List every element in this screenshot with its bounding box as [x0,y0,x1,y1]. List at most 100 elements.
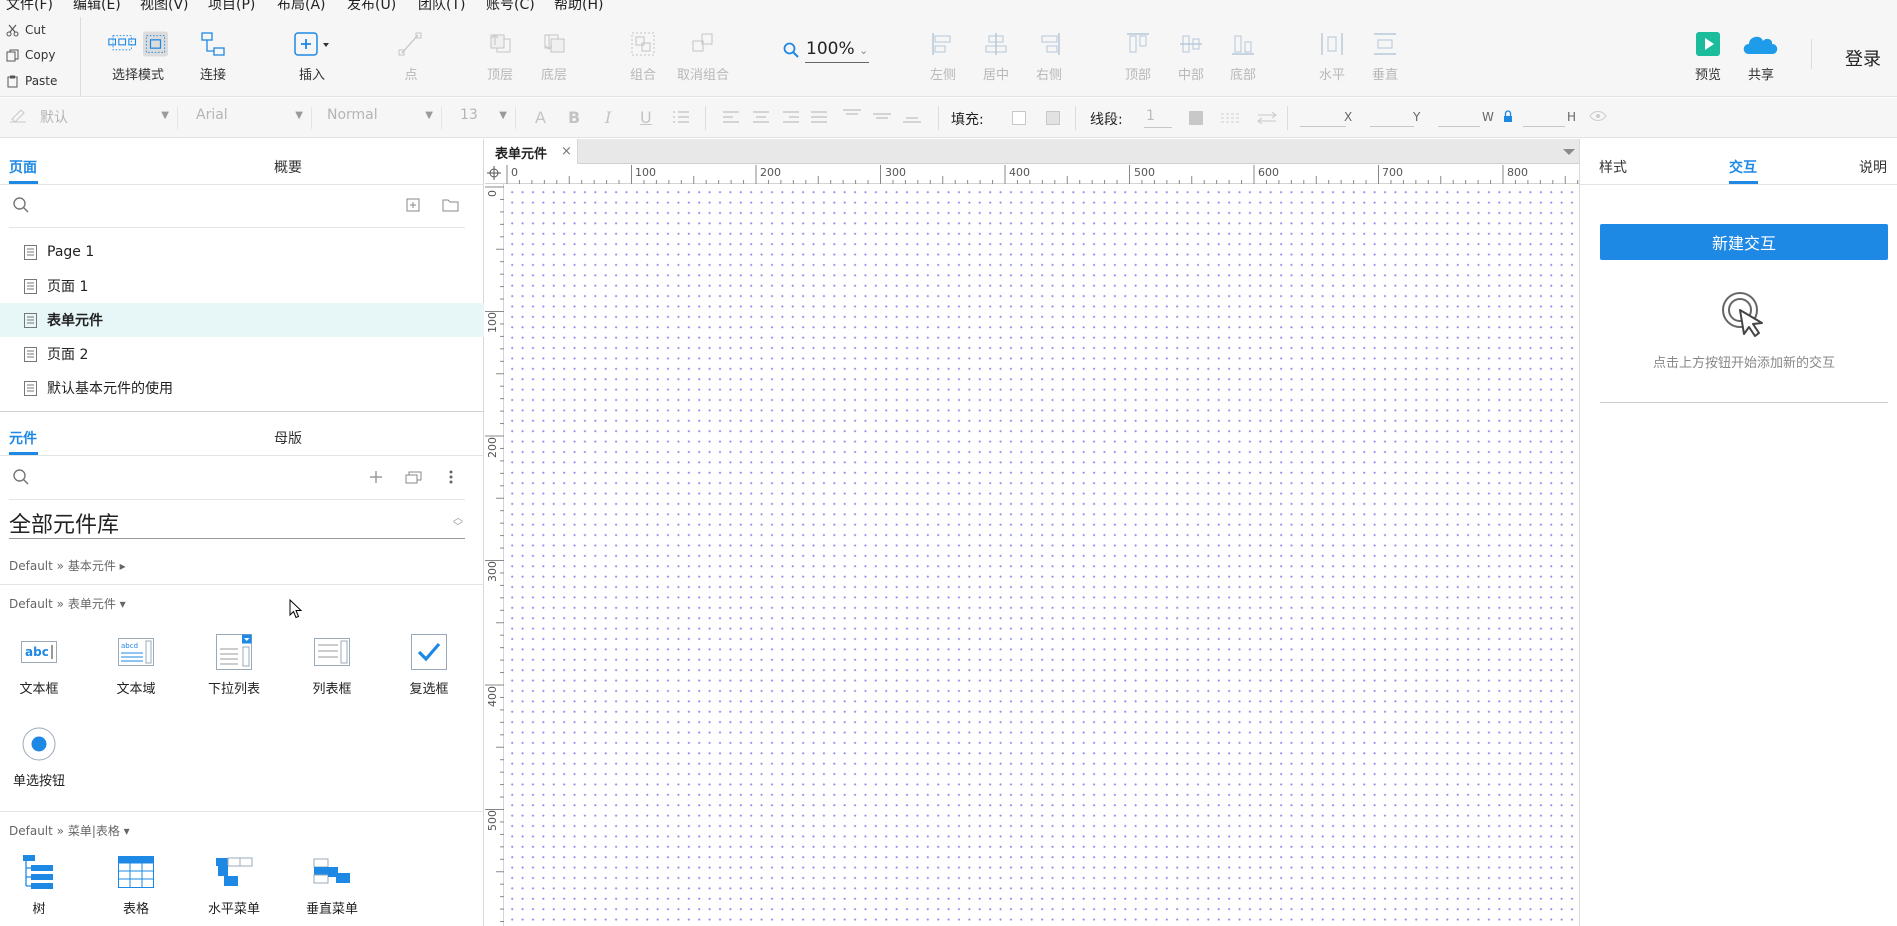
distribute-vertical-button[interactable]: 垂直 [1355,29,1415,83]
paste-button[interactable]: Paste [6,70,57,92]
page-list-item[interactable]: 页面 1 [0,269,484,303]
tab-masters[interactable]: 母版 [274,428,302,448]
library-selector[interactable]: 全部元件库 [9,507,119,539]
widget-search-icon[interactable] [12,468,30,486]
group-button[interactable]: 组合 [613,29,673,83]
distribute-horizontal-button[interactable]: 水平 [1302,29,1362,83]
menu-layout[interactable]: 布局(A) [277,0,326,14]
select-contain-icon[interactable] [143,29,168,59]
font-color-icon[interactable]: A [535,108,546,127]
connect-button[interactable]: 连接 [183,29,243,83]
new-interaction-button[interactable]: 新建交互 [1600,224,1888,260]
widget-listbox[interactable]: 列表框 [292,630,372,697]
text-align-center-icon[interactable] [752,110,770,124]
login-button[interactable]: 登录 [1845,45,1881,71]
valign-middle-icon[interactable] [872,108,892,124]
align-top-button[interactable]: 顶部 [1108,29,1168,83]
widget-radio[interactable]: 单选按钮 [0,722,79,789]
search-icon[interactable] [12,196,30,214]
fill-gradient-swatch[interactable] [1046,111,1060,125]
widget-vertical-menu[interactable]: 垂直菜单 [292,850,372,917]
ungroup-button[interactable]: 取消组合 [673,29,733,83]
tab-outline[interactable]: 概要 [274,157,302,177]
text-align-left-icon[interactable] [722,110,740,124]
bring-to-front-button[interactable]: 顶层 [470,29,530,83]
widget-checkbox[interactable]: 复选框 [389,630,469,697]
w-input[interactable] [1438,126,1480,127]
menu-publish[interactable]: 发布(U) [347,0,396,14]
menu-edit[interactable]: 编辑(E) [73,0,121,14]
widget-textbox[interactable]: abc 文本框 [0,630,79,697]
arrow-style-icon[interactable] [1257,110,1277,126]
page-list-item[interactable]: 默认基本元件的使用 [0,371,484,405]
copy-button[interactable]: Copy [6,44,55,66]
font-family-dropdown[interactable]: Arial ▼ [194,107,312,129]
design-canvas-grid[interactable] [504,184,1579,926]
menu-account[interactable]: 账号(C) [486,0,535,14]
page-list-item[interactable]: 页面 2 [0,337,484,371]
close-tab-icon[interactable]: × [561,144,572,159]
bullet-list-icon[interactable] [672,110,690,124]
share-button[interactable]: 共享 [1731,29,1791,83]
widget-horizontal-menu[interactable]: 水平菜单 [194,850,274,917]
menu-view[interactable]: 视图(V) [140,0,189,14]
library-select-arrows-icon[interactable]: ︿ ﹀ [453,514,463,533]
italic-icon[interactable]: I [605,108,611,127]
align-left-button[interactable]: 左侧 [913,29,973,83]
underline-icon[interactable]: U [640,108,652,127]
font-size-dropdown[interactable]: 13 ▼ [458,107,516,129]
valign-bottom-icon[interactable] [902,108,922,124]
widget-table[interactable]: 表格 [96,850,176,917]
tab-widgets[interactable]: 元件 [9,428,37,448]
valign-top-icon[interactable] [842,108,862,124]
style-dropdown[interactable]: 默认 ▼ [38,107,178,129]
send-to-back-button[interactable]: 底层 [524,29,584,83]
zoom-value[interactable]: 100% [806,39,855,59]
zoom-dropdown-icon[interactable]: ⌄ [859,44,868,57]
text-align-right-icon[interactable] [782,110,800,124]
widget-textarea[interactable]: abcd 文本域 [96,630,176,697]
add-page-icon[interactable] [406,198,420,212]
x-input[interactable] [1300,126,1346,127]
menu-help[interactable]: 帮助(H) [554,0,603,14]
visibility-eye-icon[interactable] [1589,110,1607,122]
select-intersect-icon[interactable] [108,31,138,57]
bold-icon[interactable]: B [568,108,580,127]
zoom-control[interactable]: 100% ⌄ [783,39,873,63]
widget-tree[interactable]: 树 [0,850,79,917]
widget-dropdown[interactable]: 下拉列表 [194,630,274,697]
font-weight-dropdown[interactable]: Normal ▼ [325,107,442,129]
align-right-button[interactable]: 右侧 [1019,29,1079,83]
lock-icon[interactable] [1503,110,1513,123]
section-form-widgets[interactable]: Default » 表单元件 ▾ [9,595,126,612]
stroke-width-input[interactable]: 1 [1146,108,1155,124]
align-bottom-button[interactable]: 底部 [1213,29,1273,83]
y-input[interactable] [1370,126,1414,127]
insert-button[interactable]: 插入 [282,29,342,83]
point-button[interactable]: 点 [381,29,441,83]
fill-color-swatch[interactable] [1012,111,1026,125]
page-list-item[interactable]: Page 1 [0,235,484,269]
tab-style[interactable]: 样式 [1599,157,1627,177]
ruler-origin-icon[interactable] [487,166,501,180]
tab-notes[interactable]: 说明 [1859,157,1887,177]
menu-file[interactable]: 文件(F) [6,0,53,14]
align-center-button[interactable]: 居中 [966,29,1026,83]
more-options-icon[interactable] [449,470,453,484]
select-mode-button[interactable]: 选择模式 [108,29,168,83]
library-copy-icon[interactable] [405,470,423,484]
section-basic-widgets[interactable]: Default » 基本元件 ▸ [9,557,126,574]
tab-interaction[interactable]: 交互 [1729,157,1757,177]
panel-splitter[interactable] [0,411,484,412]
add-library-icon[interactable] [369,470,383,484]
stroke-color-swatch[interactable] [1189,111,1203,125]
text-justify-icon[interactable] [810,110,828,124]
stroke-pattern-icon[interactable] [1220,110,1240,126]
preview-button[interactable]: 预览 [1678,29,1738,83]
align-middle-button[interactable]: 中部 [1161,29,1221,83]
menu-project[interactable]: 项目(P) [208,0,255,14]
page-list-item-active[interactable]: 表单元件 [0,303,484,337]
add-folder-icon[interactable] [442,198,459,212]
tab-list-dropdown-icon[interactable] [1563,149,1575,156]
h-input[interactable] [1523,126,1565,127]
